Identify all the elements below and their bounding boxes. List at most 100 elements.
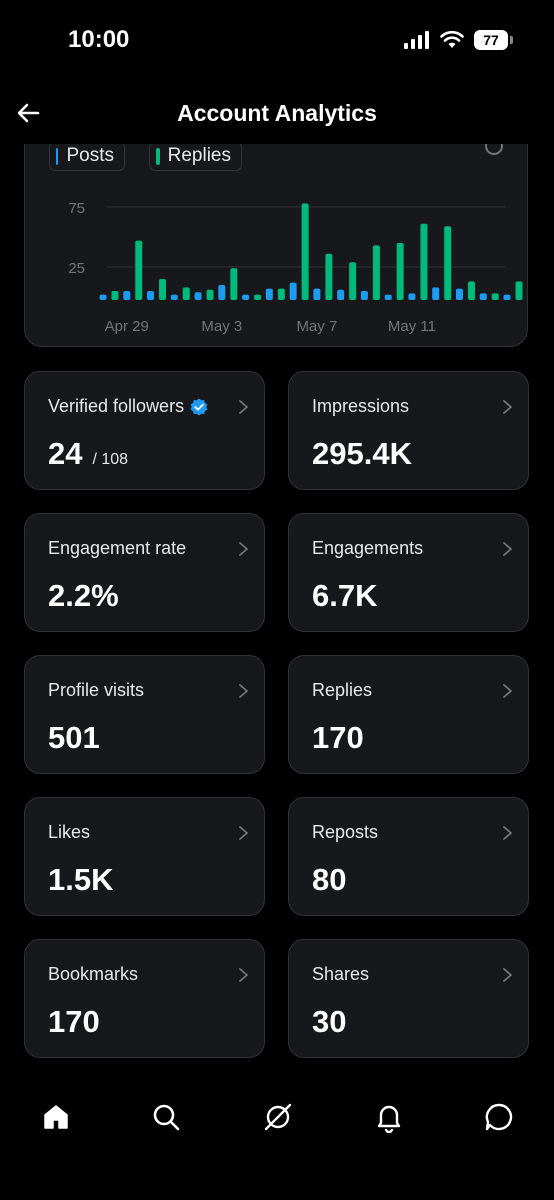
bar-posts <box>408 293 416 300</box>
chevron-right-icon <box>239 684 248 698</box>
stat-card-engagements[interactable]: Engagements 6.7K <box>288 513 529 632</box>
bar-replies <box>420 223 428 300</box>
status-time: 10:00 <box>68 26 130 53</box>
bar-replies <box>111 291 119 300</box>
stat-value-wrap: 30 <box>312 1004 346 1040</box>
stat-label: Reposts <box>312 822 379 842</box>
bar-replies <box>349 262 357 300</box>
stat-value-wrap: 24 / 108 <box>48 436 128 472</box>
bar-posts <box>147 291 155 300</box>
stat-value: 2.2% <box>48 578 119 613</box>
stat-value: 24 <box>48 436 83 471</box>
stat-card-shares[interactable]: Shares 30 <box>288 939 529 1058</box>
stat-card-impressions[interactable]: Impressions 295.4K <box>288 371 529 490</box>
stat-value: 170 <box>312 720 364 755</box>
bar-replies <box>301 203 309 300</box>
page-title: Account Analytics <box>177 100 377 126</box>
tab-home[interactable] <box>36 1082 76 1152</box>
stat-value-wrap: 80 <box>312 862 346 898</box>
stat-label: Engagements <box>312 538 424 558</box>
bar-posts <box>242 294 250 300</box>
bar-posts <box>123 291 131 300</box>
stat-value-wrap: 170 <box>312 720 364 756</box>
chevron-right-icon <box>239 968 248 982</box>
bar-posts <box>432 287 440 300</box>
bar-posts <box>337 289 345 300</box>
chevron-right-icon <box>503 400 512 414</box>
bar-replies <box>254 294 262 300</box>
stat-label-wrap: Engagement rate <box>48 538 186 559</box>
messages-icon <box>485 1103 513 1131</box>
chevron-right-icon <box>503 968 512 982</box>
stat-value: 6.7K <box>312 578 378 613</box>
stat-value: 1.5K <box>48 862 114 897</box>
tab-notifications[interactable] <box>369 1082 409 1152</box>
stat-sub-value: / 108 <box>92 451 129 468</box>
header: Account Analytics <box>0 84 554 144</box>
stat-label-wrap: Likes <box>48 822 90 843</box>
stat-label-wrap: Profile visits <box>48 680 144 701</box>
tab-grok[interactable] <box>258 1082 298 1152</box>
stat-card-bookmarks[interactable]: Bookmarks 170 <box>24 939 265 1058</box>
bar-posts <box>265 288 273 300</box>
tab-search[interactable] <box>146 1082 186 1152</box>
stat-value: 80 <box>312 862 347 897</box>
bar-posts <box>360 291 368 300</box>
bar-replies <box>230 268 238 300</box>
stat-value-wrap: 1.5K <box>48 862 113 898</box>
stat-label: Shares <box>312 964 370 984</box>
stat-value: 30 <box>312 1004 347 1039</box>
stat-label-wrap: Engagements <box>312 538 423 559</box>
stat-card-reposts[interactable]: Reposts 80 <box>288 797 529 916</box>
wifi-icon <box>440 31 464 48</box>
grok-icon <box>264 1103 292 1131</box>
bar-posts <box>289 282 297 300</box>
signal-icon <box>404 31 429 49</box>
stat-value-wrap: 6.7K <box>312 578 377 614</box>
bar-posts <box>170 294 178 300</box>
bottom-tab-bar <box>0 1082 554 1152</box>
chevron-right-icon <box>503 684 512 698</box>
bar-replies <box>206 289 214 300</box>
stat-label: Engagement rate <box>48 538 187 558</box>
notifications-icon <box>377 1105 401 1133</box>
status-bar: 10:00 77 <box>0 0 554 80</box>
stat-value-wrap: 501 <box>48 720 100 756</box>
bar-posts <box>313 288 321 300</box>
bar-replies <box>182 287 190 300</box>
stat-label-wrap: Verified followers <box>48 396 208 417</box>
stat-label-wrap: Replies <box>312 680 372 701</box>
y-tick-label: 25 <box>68 260 85 277</box>
stat-label: Likes <box>48 822 91 842</box>
stat-label-wrap: Bookmarks <box>48 964 138 985</box>
stat-label-wrap: Impressions <box>312 396 409 417</box>
bar-replies <box>135 240 143 300</box>
stat-card-replies[interactable]: Replies 170 <box>288 655 529 774</box>
stat-card-profile-visits[interactable]: Profile visits 501 <box>24 655 265 774</box>
stat-value: 501 <box>48 720 100 755</box>
bar-replies <box>372 245 380 300</box>
battery-icon: 77 <box>474 30 513 50</box>
stat-label: Verified followers <box>48 396 185 416</box>
stat-value-wrap: 295.4K <box>312 436 412 472</box>
bar-replies <box>444 226 452 300</box>
bar-replies <box>396 243 404 300</box>
stat-value-wrap: 170 <box>48 1004 100 1040</box>
bar-posts <box>479 293 487 300</box>
stat-card-verified-followers[interactable]: Verified followers 24 / 108 <box>24 371 265 490</box>
x-tick-label: May 11 <box>388 318 436 335</box>
chevron-right-icon <box>239 826 248 840</box>
bar-replies <box>467 281 475 300</box>
bar-replies <box>491 293 499 300</box>
tab-messages[interactable] <box>479 1082 519 1152</box>
bar-posts <box>455 288 463 300</box>
x-tick-label: Apr 29 <box>105 318 149 335</box>
x-tick-label: May 7 <box>296 318 337 335</box>
stat-label-wrap: Reposts <box>312 822 378 843</box>
chevron-right-icon <box>503 542 512 556</box>
bar-posts <box>218 285 226 300</box>
bar-posts <box>99 294 107 300</box>
stat-card-engagement-rate[interactable]: Engagement rate 2.2% <box>24 513 265 632</box>
stat-card-likes[interactable]: Likes 1.5K <box>24 797 265 916</box>
bar-replies <box>325 253 333 300</box>
